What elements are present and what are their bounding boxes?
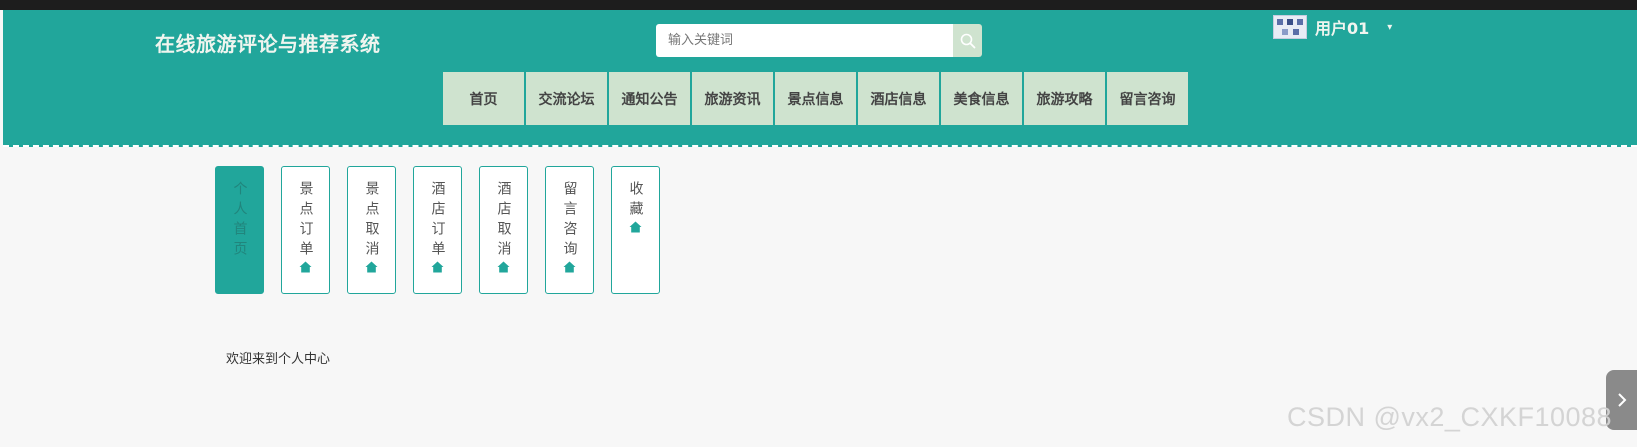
nav-item-notice[interactable]: 通知公告: [609, 72, 690, 125]
nav-item-hotel-info[interactable]: 酒店信息: [858, 72, 939, 125]
nav-item-scenic-info[interactable]: 景点信息: [775, 72, 856, 125]
tab-label: 收藏: [627, 181, 644, 221]
nav-item-travel-news[interactable]: 旅游资讯: [692, 72, 773, 125]
nav-item-travel-guide[interactable]: 旅游攻略: [1024, 72, 1105, 125]
main-nav: 首页 交流论坛 通知公告 旅游资讯 景点信息 酒店信息 美食信息 旅游攻略 留言…: [443, 72, 1188, 125]
user-menu[interactable]: 用户01 ▾: [1273, 14, 1392, 40]
search-bar: [656, 24, 982, 57]
home-icon: [563, 261, 576, 273]
tab-label: 景点取消: [363, 181, 380, 261]
tab-personal-home[interactable]: 个人首页: [215, 166, 264, 294]
avatar: [1273, 15, 1307, 39]
personal-center-tabs: 个人首页 景点订单 景点取消 酒店订单 酒店取消 留言咨询 收藏: [215, 166, 660, 294]
search-icon: [960, 33, 975, 48]
tab-label: 景点订单: [297, 181, 314, 261]
tab-label: 个人首页: [231, 181, 248, 261]
nav-item-forum[interactable]: 交流论坛: [526, 72, 607, 125]
caret-down-icon: ▾: [1387, 21, 1393, 33]
home-icon: [431, 261, 444, 273]
tab-label: 留言咨询: [561, 181, 578, 261]
tab-hotel-orders[interactable]: 酒店订单: [413, 166, 462, 294]
nav-item-message[interactable]: 留言咨询: [1107, 72, 1188, 125]
home-icon: [629, 221, 642, 233]
welcome-text: 欢迎来到个人中心: [226, 352, 331, 367]
username: 用户01: [1315, 19, 1370, 38]
tab-favorites[interactable]: 收藏: [611, 166, 660, 294]
search-button[interactable]: [953, 24, 982, 57]
tab-label: 酒店取消: [495, 181, 512, 261]
chevron-right-icon: [1617, 393, 1626, 407]
tab-label: 酒店订单: [429, 181, 446, 261]
home-icon: [299, 261, 312, 273]
top-dark-strip: [0, 0, 1637, 10]
search-input[interactable]: [656, 24, 953, 57]
tab-hotel-cancel[interactable]: 酒店取消: [479, 166, 528, 294]
home-icon: [497, 261, 510, 273]
tab-scenic-cancel[interactable]: 景点取消: [347, 166, 396, 294]
nav-item-home[interactable]: 首页: [443, 72, 524, 125]
nav-item-food-info[interactable]: 美食信息: [941, 72, 1022, 125]
tab-message[interactable]: 留言咨询: [545, 166, 594, 294]
header: 在线旅游评论与推荐系统 用户01 ▾ 首页 交流论坛 通知公告 旅游资讯 景点信…: [3, 10, 1637, 147]
site-title: 在线旅游评论与推荐系统: [155, 32, 381, 56]
home-icon: [365, 261, 378, 273]
watermark: CSDN @vx2_CXKF10088: [1287, 402, 1613, 432]
tab-scenic-orders[interactable]: 景点订单: [281, 166, 330, 294]
